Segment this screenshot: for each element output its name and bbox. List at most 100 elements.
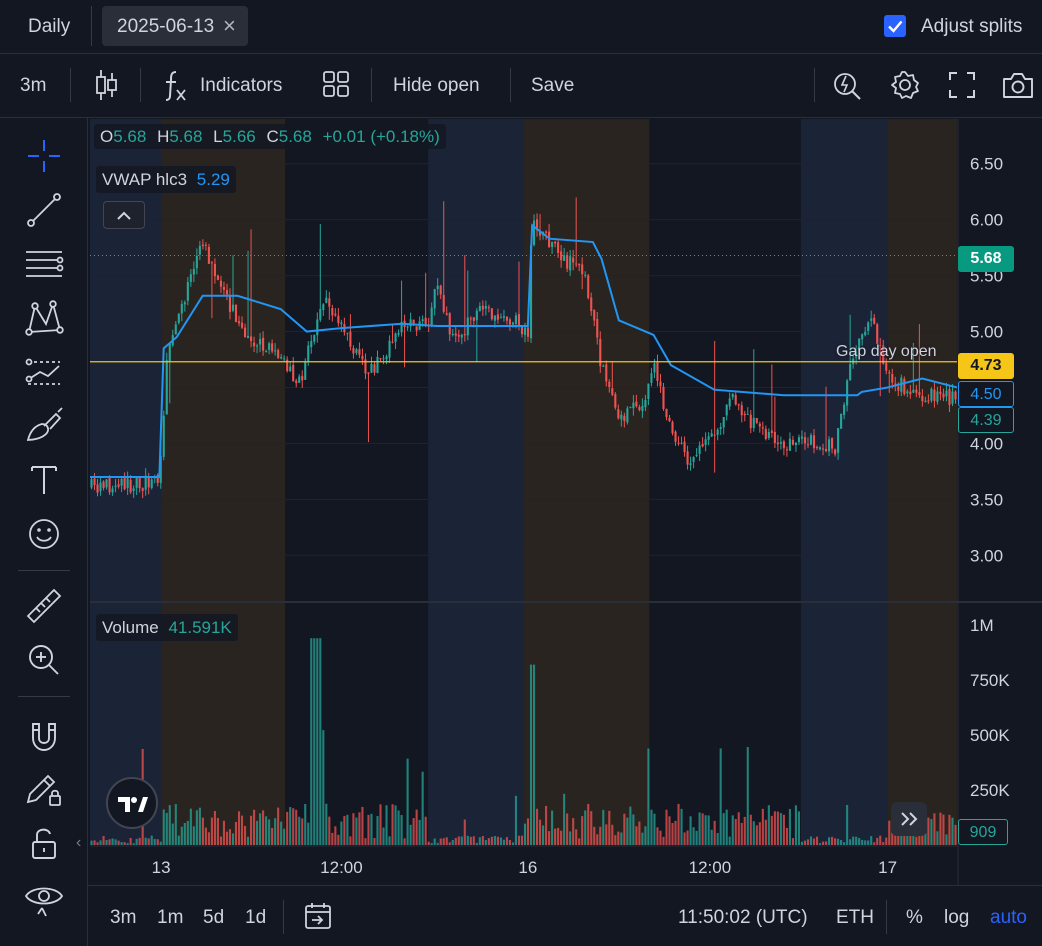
percent-toggle[interactable]: % (906, 908, 923, 927)
volume-bar (858, 838, 861, 845)
candle-body (478, 306, 481, 312)
volume-bar (108, 839, 111, 845)
volume-bar (728, 836, 731, 845)
volume-bar (481, 835, 484, 845)
candle-body (150, 479, 153, 488)
candle-body (545, 231, 548, 233)
candle-body (716, 429, 719, 435)
volume-bar (120, 842, 123, 845)
candle-body (776, 442, 779, 445)
volume-bar (475, 842, 478, 845)
candle-body (698, 445, 701, 455)
clock-time[interactable]: 11:50:02 (UTC) (678, 908, 808, 927)
volume-bar (424, 816, 427, 845)
volume-bar (472, 836, 475, 845)
volume-bar (704, 815, 707, 845)
volume-bar (692, 827, 695, 845)
candle-body (213, 263, 216, 277)
candle-body (867, 322, 870, 332)
volume-bar (529, 664, 533, 845)
volume-bar (707, 815, 710, 845)
candle-body (162, 415, 165, 457)
volume-bar (770, 815, 773, 845)
candle-body (105, 479, 108, 488)
candle-body (337, 315, 340, 324)
volume-bar (677, 803, 680, 845)
volume-bar (301, 818, 304, 845)
volume-bar (177, 835, 180, 845)
volume-bar (532, 664, 536, 845)
candle-body (502, 316, 505, 318)
volume-bar (204, 827, 207, 845)
range-5d-button[interactable]: 5d (203, 908, 224, 927)
range-3m-button[interactable]: 3m (110, 908, 136, 927)
candle-body (373, 364, 376, 373)
volume-bar (262, 810, 265, 845)
volume-bar (629, 806, 632, 845)
scroll-to-realtime-button[interactable] (891, 802, 927, 836)
volume-bar (535, 808, 539, 845)
candle-body (554, 241, 557, 244)
time-tick-label: 17 (878, 858, 897, 877)
volume-bar (861, 839, 864, 845)
vwap-legend[interactable]: VWAP hlc3 5.29 (96, 166, 236, 193)
vwap-price-tag: 4.50 (958, 381, 1014, 407)
volume-bar (213, 811, 216, 845)
candle-body (897, 386, 900, 391)
range-1d-button[interactable]: 1d (245, 908, 266, 927)
volume-bar (656, 827, 659, 845)
volume-bar (794, 805, 797, 845)
volume-legend[interactable]: Volume 41.591K (96, 614, 238, 641)
range-1m-button[interactable]: 1m (157, 908, 183, 927)
log-toggle[interactable]: log (944, 908, 969, 927)
volume-bar (710, 829, 713, 845)
candle-body (909, 391, 912, 395)
session-button[interactable]: ETH (836, 908, 874, 927)
volume-bar (942, 814, 945, 845)
volume-bar (316, 638, 319, 845)
candle-body (659, 381, 662, 387)
volume-bar (563, 793, 566, 845)
volume-bar (758, 822, 761, 845)
volume-bar (502, 839, 505, 845)
volume-bar (337, 834, 340, 845)
volume-bar (292, 808, 295, 845)
candle-body (262, 337, 265, 351)
volume-bar (159, 841, 162, 845)
tradingview-logo[interactable] (106, 777, 158, 829)
candle-body (701, 444, 704, 447)
auto-toggle[interactable]: auto (990, 908, 1027, 927)
candle-body (415, 326, 418, 331)
candle-body (942, 393, 945, 398)
candle-body (271, 343, 274, 352)
candle-body (632, 402, 635, 409)
volume-bar (581, 816, 584, 845)
candle-body (903, 379, 906, 395)
candle-body (870, 318, 873, 321)
volume-bar (773, 811, 776, 845)
candle-body (617, 409, 620, 419)
volume-bar (695, 830, 698, 845)
volume-bar (650, 809, 653, 845)
candle-body (761, 427, 764, 429)
candle-body (120, 478, 123, 486)
volume-bar (713, 820, 716, 845)
candle-body (843, 404, 846, 415)
volume-bar (412, 818, 415, 845)
volume-bar (364, 838, 367, 845)
candle-body (668, 417, 671, 422)
candle-body (237, 321, 241, 324)
candle-body (313, 335, 316, 342)
candle-body (352, 348, 355, 354)
candle-body (837, 428, 840, 453)
price-tick-label: 5.00 (970, 323, 1003, 342)
goto-date-icon[interactable] (302, 900, 334, 932)
candle-body (653, 363, 656, 373)
candle-body (593, 310, 596, 321)
candle-body (123, 477, 126, 490)
volume-bar (298, 816, 301, 845)
candle-body (951, 391, 954, 404)
collapse-legend-button[interactable] (103, 201, 145, 229)
candle-body (207, 246, 210, 264)
premarket-band (800, 119, 888, 845)
